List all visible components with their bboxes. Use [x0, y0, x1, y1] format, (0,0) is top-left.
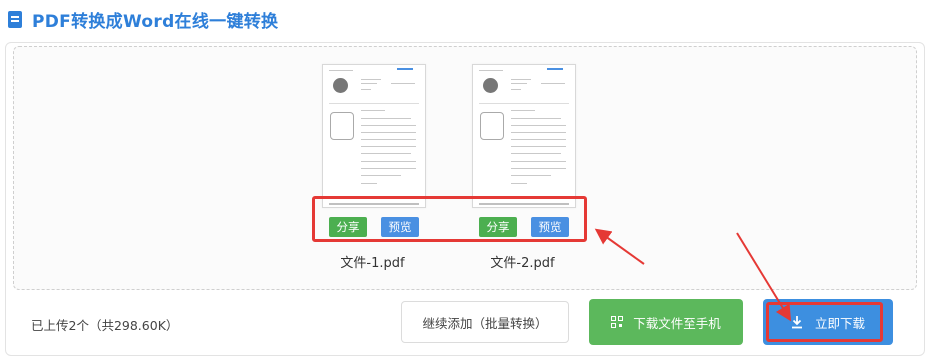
- thumbnail-logo: [483, 78, 498, 93]
- page-header: PDF转换成Word在线一键转换: [8, 6, 278, 32]
- file-name: 文件-2.pdf: [490, 256, 555, 271]
- thumbnail-link-mark: [547, 68, 563, 70]
- file-drop-area[interactable]: 分享 预览 文件-1.pdf 分享 预览 文件-2.pdf: [13, 46, 917, 290]
- thumbnail-logo: [333, 78, 348, 93]
- thumbnail-diagram: [480, 112, 504, 140]
- thumbnail-diagram: [330, 112, 354, 140]
- thumbnail-link-mark: [397, 68, 413, 70]
- annotation-highlight-file-actions: [312, 196, 587, 242]
- file-thumbnail: [472, 64, 576, 208]
- file-name: 文件-1.pdf: [340, 256, 405, 271]
- upload-summary: 已上传2个（共298.60K）: [31, 318, 179, 333]
- continue-add-button[interactable]: 继续添加（批量转换）: [401, 301, 569, 343]
- download-to-phone-label: 下载文件至手机: [633, 315, 721, 331]
- page-title: PDF转换成Word在线一键转换: [32, 11, 279, 32]
- download-to-phone-button[interactable]: 下载文件至手机: [589, 299, 743, 345]
- file-thumbnail: [322, 64, 426, 208]
- qr-code-icon: [611, 316, 624, 328]
- document-icon: [8, 10, 22, 28]
- annotation-highlight-download: [766, 302, 883, 342]
